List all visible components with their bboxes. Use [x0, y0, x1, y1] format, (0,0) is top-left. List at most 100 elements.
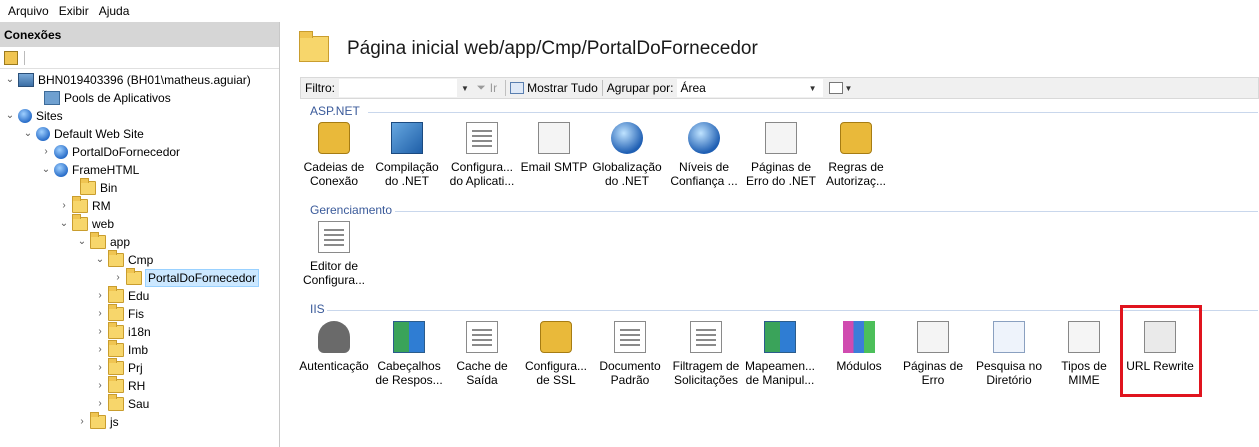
- chevron-right-icon[interactable]: ›: [94, 326, 106, 338]
- feature-tile[interactable]: Configura... de SSL: [520, 321, 592, 387]
- view-mode-dropdown[interactable]: ▼: [844, 84, 852, 93]
- go-button[interactable]: Ir: [490, 81, 497, 95]
- tree-node[interactable]: › i18n: [94, 322, 151, 341]
- modules-icon: [843, 321, 875, 353]
- tree-node[interactable]: › PortalDoFornecedor: [40, 143, 180, 161]
- tree-node[interactable]: › Prj: [94, 358, 143, 377]
- tree-node[interactable]: › RM: [58, 196, 111, 215]
- feature-tile[interactable]: Cadeias de Conexão: [298, 122, 370, 188]
- app-pool-icon: [44, 91, 60, 105]
- chevron-right-icon[interactable]: ›: [40, 146, 52, 158]
- feature-tile[interactable]: Email SMTP: [518, 122, 590, 174]
- chevron-right-icon[interactable]: ›: [94, 398, 106, 410]
- group-by-value: Área: [680, 81, 706, 95]
- feature-label: Configura...: [450, 160, 514, 174]
- tree-node[interactable]: › js: [76, 412, 119, 431]
- chevron-right-icon[interactable]: ›: [94, 362, 106, 374]
- feature-tile[interactable]: Filtragem de Solicitações: [670, 321, 742, 387]
- feature-label: Níveis de: [678, 160, 730, 174]
- request-filtering-icon: [690, 321, 722, 353]
- authentication-icon: [318, 321, 350, 353]
- show-all-icon: [510, 82, 525, 94]
- view-mode-icon[interactable]: [829, 82, 844, 94]
- filter-dropdown-arrow[interactable]: ▼: [461, 84, 469, 93]
- feature-tile[interactable]: Cache de Saída: [446, 321, 518, 387]
- tree-node-label: PortalDoFornecedor: [144, 269, 260, 287]
- tree-node[interactable]: Bin: [66, 178, 117, 197]
- chevron-right-icon[interactable]: ›: [112, 272, 124, 284]
- tree-node[interactable]: ⌄ Default Web Site: [22, 125, 144, 143]
- chevron-right-icon[interactable]: ›: [58, 200, 70, 212]
- tree-node[interactable]: › RH: [94, 376, 146, 395]
- menu-arquivo[interactable]: Arquivo: [8, 4, 59, 18]
- feature-tile[interactable]: Compilação do .NET: [371, 122, 443, 188]
- group-title-aspnet[interactable]: ASP.NET: [310, 104, 364, 118]
- tree-node[interactable]: › PortalDoFornecedor: [112, 268, 260, 287]
- feature-tile[interactable]: Documento Padrão: [594, 321, 666, 387]
- url-rewrite-highlight: [1120, 305, 1202, 397]
- error-pages-net-icon: [765, 122, 797, 154]
- show-all-button[interactable]: Mostrar Tudo: [527, 81, 598, 95]
- chevron-down-icon[interactable]: ⌄: [4, 74, 16, 86]
- tree-node-label: RH: [128, 379, 146, 393]
- tree-node[interactable]: ⌄ Sites: [4, 107, 63, 125]
- chevron-right-icon[interactable]: ›: [94, 344, 106, 356]
- tree-node-label: Sau: [128, 397, 150, 411]
- chevron-down-icon[interactable]: ⌄: [22, 128, 34, 140]
- chevron-down-icon[interactable]: ⌄: [4, 110, 16, 122]
- feature-tile[interactable]: Configura... do Aplicati...: [446, 122, 518, 188]
- menu-ajuda[interactable]: Ajuda: [99, 4, 140, 18]
- feature-tile[interactable]: Globalização do .NET: [591, 122, 663, 188]
- tree-node[interactable]: › Sau: [94, 394, 150, 413]
- chevron-right-icon[interactable]: ›: [94, 380, 106, 392]
- compilation-icon: [391, 122, 423, 154]
- feature-label: Globalização: [592, 160, 662, 174]
- chevron-right-icon[interactable]: ›: [94, 308, 106, 320]
- menu-exibir[interactable]: Exibir: [59, 4, 99, 18]
- funnel-icon[interactable]: ⏷: [477, 82, 486, 95]
- tree-node[interactable]: ⌄ app: [76, 232, 130, 251]
- feature-tile[interactable]: Regras de Autorizaç...: [820, 122, 892, 188]
- feature-tile[interactable]: Tipos de MIME: [1048, 321, 1120, 387]
- feature-tile[interactable]: Mapeamen... de Manipul...: [744, 321, 816, 387]
- chevron-down-icon[interactable]: ⌄: [94, 254, 106, 266]
- tree-node[interactable]: ⌄ web: [58, 214, 114, 233]
- tree-node-label: Sites: [36, 109, 63, 123]
- feature-label: Diretório: [986, 373, 1032, 387]
- feature-tile[interactable]: Páginas de Erro do .NET: [745, 122, 817, 188]
- tree-node-label: Prj: [128, 361, 143, 375]
- connect-icon[interactable]: [4, 50, 18, 65]
- tree-node[interactable]: › Imb: [94, 340, 148, 359]
- chevron-down-icon[interactable]: ⌄: [40, 164, 52, 176]
- group-title-iis[interactable]: IIS: [310, 302, 329, 316]
- feature-label: de Respos...: [375, 373, 443, 387]
- feature-tile[interactable]: Editor de Configura...: [298, 221, 370, 287]
- chevron-down-icon[interactable]: ⌄: [58, 218, 70, 230]
- tree-node[interactable]: › Edu: [94, 286, 150, 305]
- group-title-management[interactable]: Gerenciamento: [310, 203, 397, 217]
- tree-node[interactable]: Pools de Aplicativos: [30, 89, 171, 107]
- feature-tile[interactable]: Níveis de Confiança ...: [668, 122, 740, 188]
- chevron-right-icon[interactable]: ›: [94, 290, 106, 302]
- trust-levels-icon: [688, 122, 720, 154]
- chevron-down-icon[interactable]: ⌄: [76, 236, 88, 248]
- tree-node-label: Edu: [128, 289, 150, 303]
- tree-node-label: RM: [92, 199, 111, 213]
- feature-tile[interactable]: Cabeçalhos de Respos...: [373, 321, 445, 387]
- tree-node[interactable]: ⌄ Cmp: [94, 250, 153, 269]
- filter-input[interactable]: [339, 79, 457, 97]
- response-headers-icon: [393, 321, 425, 353]
- chevron-right-icon[interactable]: ›: [76, 416, 88, 428]
- feature-tile[interactable]: Páginas de Erro: [897, 321, 969, 387]
- tree-node[interactable]: › Fis: [94, 304, 144, 323]
- feature-tile[interactable]: Módulos: [823, 321, 895, 373]
- feature-tile[interactable]: Pesquisa no Diretório: [973, 321, 1045, 387]
- feature-label: Padrão: [610, 373, 650, 387]
- feature-label: Páginas de: [902, 359, 964, 373]
- tree-node-label: Fis: [128, 307, 144, 321]
- tree-node[interactable]: ⌄ BHN019403396 (BH01\matheus.aguiar): [4, 71, 251, 89]
- group-by-select[interactable]: Área ▼: [677, 79, 824, 97]
- tree-node[interactable]: ⌄ FrameHTML: [40, 161, 139, 179]
- feature-tile[interactable]: Autenticação: [298, 321, 370, 373]
